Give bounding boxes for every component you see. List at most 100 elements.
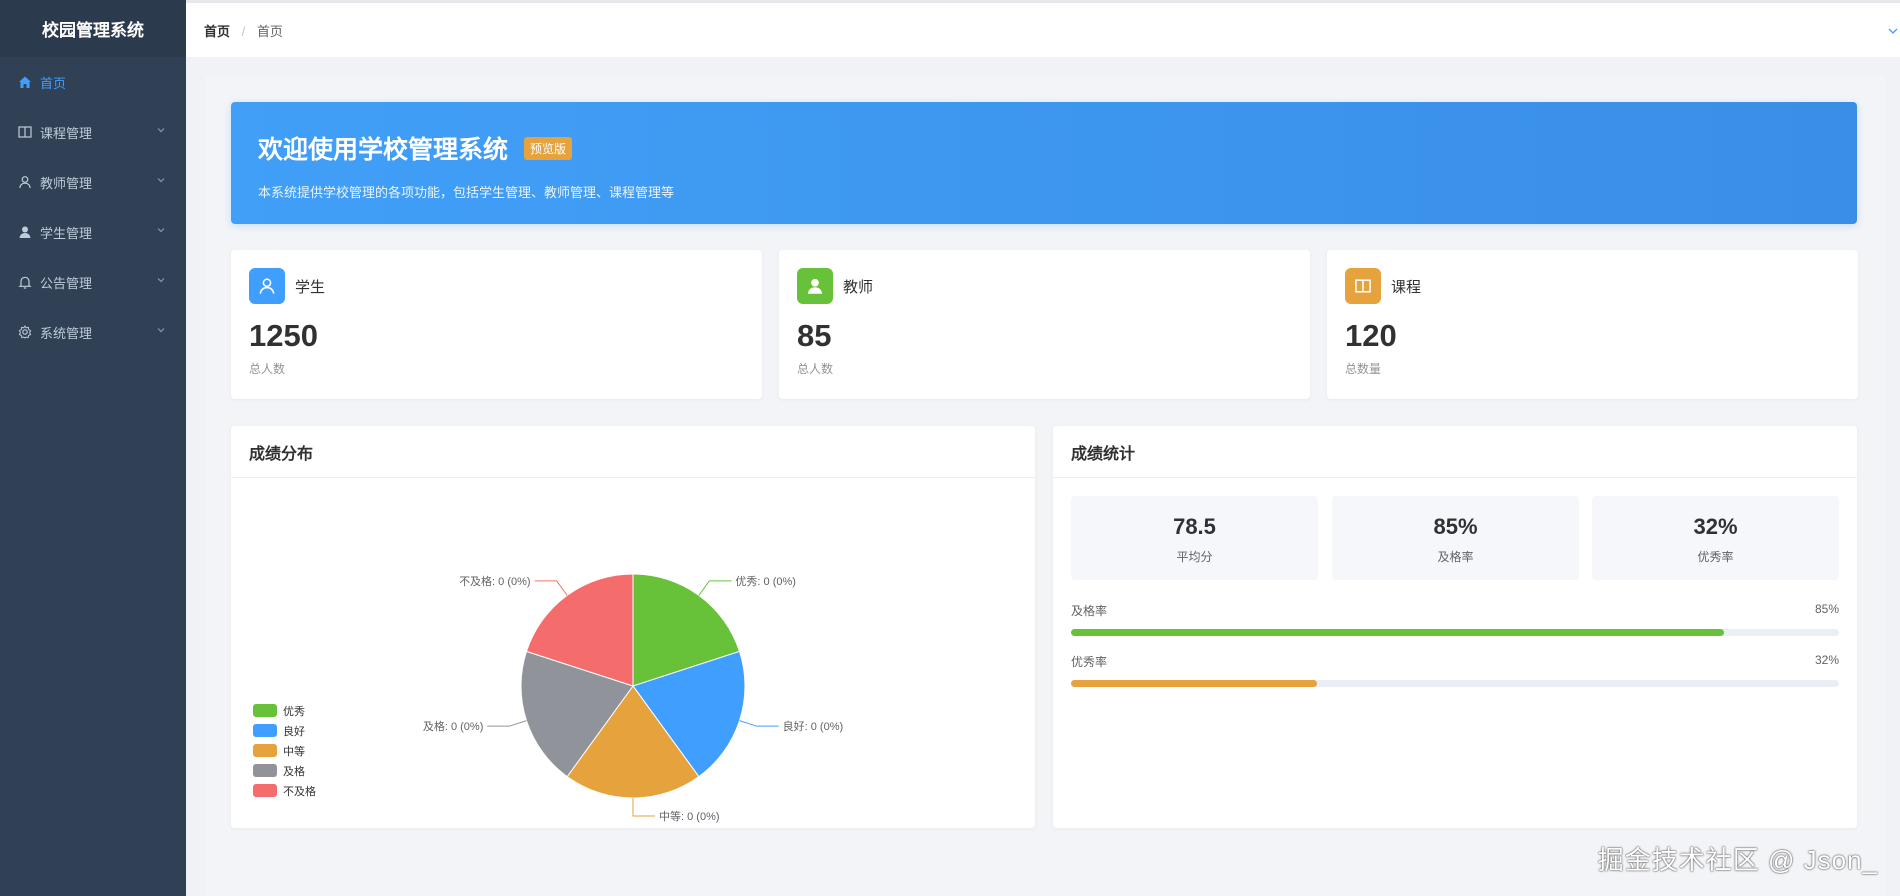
watermark: 掘金技术社区 @ Json_: [1597, 845, 1878, 875]
breadcrumb-current: 首页: [256, 23, 283, 39]
book-icon: [18, 125, 32, 139]
legend-label: 不及格: [283, 784, 316, 798]
sidebar-item-system[interactable]: 系统管理: [0, 307, 186, 357]
user-outline-icon: [18, 175, 32, 189]
sidebar-item-course[interactable]: 课程管理: [0, 107, 186, 157]
chevron-down-icon: [157, 228, 165, 233]
progress-track: [1071, 680, 1839, 687]
progress-value: 32%: [1814, 653, 1839, 667]
kpi-value: 78.5: [1173, 514, 1216, 539]
legend-swatch: [253, 744, 277, 757]
legend-item-中等[interactable]: 中等: [253, 744, 305, 758]
sidebar: 校园管理系统 首页 课程管理 教师管理 学生管理 公告管理 系统管理: [0, 0, 186, 896]
panel-title: 成绩统计: [1053, 426, 1857, 478]
legend-swatch: [253, 724, 277, 737]
legend-item-不及格[interactable]: 不及格: [253, 784, 316, 798]
kpi-label: 及格率: [1437, 550, 1474, 564]
book-icon: [1345, 268, 1381, 304]
sidebar-item-label: 学生管理: [40, 225, 93, 241]
legend-label: 良好: [283, 724, 305, 738]
progress-label: 优秀率: [1071, 655, 1108, 669]
welcome-banner: 欢迎使用学校管理系统 预览版 本系统提供学校管理的各项功能，包括学生管理、教师管…: [231, 102, 1857, 224]
banner-subtitle: 本系统提供学校管理的各项功能，包括学生管理、教师管理、课程管理等: [258, 185, 675, 200]
legend-swatch: [253, 704, 277, 717]
breadcrumb-separator: /: [241, 23, 246, 39]
bell-icon: [18, 275, 32, 289]
pie-label-line: [534, 580, 568, 596]
chevron-down-icon[interactable]: [1886, 25, 1900, 37]
pie-label-line: [698, 580, 732, 596]
stat-caption: 总人数: [797, 362, 834, 376]
kpi-pass-rate: 85% 及格率: [1332, 496, 1579, 580]
grade-distribution-panel: 成绩分布 优秀: 0 (0%) 良好: 0 (0%) 中等: 0 (0%) 及格: 0…: [231, 426, 1035, 828]
legend-label: 中等: [283, 744, 305, 758]
legend-swatch: [253, 764, 277, 777]
user-solid-icon: [18, 225, 32, 239]
pass-rate-progress: 及格率 85%: [1071, 602, 1839, 636]
excellent-rate-progress: 优秀率 32%: [1071, 653, 1839, 687]
kpi-label: 平均分: [1176, 550, 1213, 564]
pie-chart: 优秀: 0 (0%) 良好: 0 (0%) 中等: 0 (0%) 及格: 0 (0%)…: [253, 573, 844, 823]
score-statistics-panel: 成绩统计 78.5 平均分 85% 及格率 32% 优秀率 及格率 85% 优秀…: [1053, 426, 1857, 828]
chevron-down-icon: [157, 328, 165, 333]
sidebar-item-label: 教师管理: [40, 175, 93, 191]
sidebar-item-label: 首页: [40, 75, 67, 91]
sidebar-item-teacher[interactable]: 教师管理: [0, 157, 186, 207]
sidebar-item-home[interactable]: 首页: [0, 57, 186, 107]
progress-label: 及格率: [1071, 604, 1108, 618]
top-header: 首页 / 首页: [186, 0, 1900, 57]
user-outline-icon: [249, 268, 285, 304]
stat-label: 学生: [295, 278, 326, 296]
stat-value: 120: [1345, 318, 1397, 353]
pie-data-label: 及格: 0 (0%): [423, 719, 484, 733]
pie-label-line: [632, 798, 655, 817]
sidebar-item-label: 系统管理: [40, 325, 93, 341]
user-solid-icon: [797, 268, 833, 304]
progress-track: [1071, 629, 1839, 636]
app-logo: 校园管理系统: [0, 0, 186, 57]
stat-card-courses: 课程 120 总数量: [1327, 250, 1858, 399]
gear-icon: [18, 325, 32, 339]
progress-fill: [1071, 629, 1724, 636]
pie-label-line: [739, 720, 779, 727]
kpi-value: 85%: [1433, 514, 1478, 539]
stat-caption: 总数量: [1345, 362, 1382, 376]
panel-title: 成绩分布: [231, 426, 1035, 478]
pie-data-label: 优秀: 0 (0%): [735, 575, 796, 588]
stat-value: 85: [797, 318, 832, 353]
stat-value: 1250: [249, 318, 318, 353]
progress-fill: [1071, 680, 1317, 687]
sidebar-item-label: 公告管理: [40, 275, 93, 291]
pie-data-label: 良好: 0 (0%): [783, 719, 844, 733]
legend-swatch: [253, 784, 277, 797]
pie-data-label: 中等: 0 (0%): [659, 809, 720, 823]
version-badge: 预览版: [524, 136, 573, 160]
sidebar-item-notice[interactable]: 公告管理: [0, 257, 186, 307]
home-icon: [18, 75, 32, 89]
legend-item-良好[interactable]: 良好: [253, 724, 305, 738]
chevron-down-icon: [157, 178, 165, 183]
kpi-label: 优秀率: [1697, 550, 1734, 564]
kpi-excellent-rate: 32% 优秀率: [1592, 496, 1839, 580]
pie-data-label: 不及格: 0 (0%): [459, 574, 531, 588]
kpi-average-score: 78.5 平均分: [1071, 496, 1318, 580]
banner-title: 欢迎使用学校管理系统: [258, 136, 509, 164]
sidebar-item-student[interactable]: 学生管理: [0, 207, 186, 257]
legend-label: 优秀: [283, 705, 305, 718]
stat-card-teachers: 教师 85 总人数: [779, 250, 1310, 399]
legend-item-优秀[interactable]: 优秀: [253, 704, 305, 718]
stat-caption: 总人数: [249, 362, 286, 376]
legend-item-及格[interactable]: 及格: [253, 764, 305, 778]
legend-label: 及格: [283, 764, 305, 778]
sidebar-item-label: 课程管理: [40, 125, 93, 141]
pie-label-line: [487, 720, 527, 727]
breadcrumb: 首页 / 首页: [204, 21, 283, 40]
chevron-down-icon: [157, 128, 165, 133]
chevron-down-icon: [157, 278, 165, 283]
kpi-value: 32%: [1693, 514, 1738, 539]
stat-label: 课程: [1391, 278, 1422, 296]
progress-value: 85%: [1814, 602, 1839, 616]
stat-card-students: 学生 1250 总人数: [231, 250, 762, 399]
stat-label: 教师: [843, 278, 874, 296]
breadcrumb-home[interactable]: 首页: [204, 24, 230, 39]
